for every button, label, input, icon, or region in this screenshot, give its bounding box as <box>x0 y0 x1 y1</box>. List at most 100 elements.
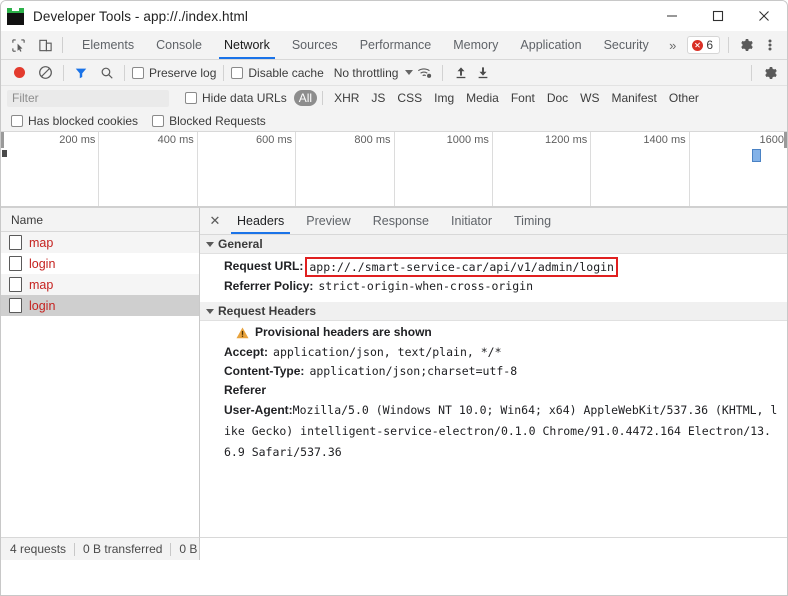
device-toolbar-icon[interactable] <box>36 36 54 54</box>
export-har-icon[interactable] <box>472 63 494 83</box>
toolbar-divider-3 <box>223 64 225 81</box>
accept-value: application/json, text/plain, */* <box>273 345 502 359</box>
tab-performance[interactable]: Performance <box>349 31 443 59</box>
table-row[interactable]: login <box>1 253 199 274</box>
chevron-down-icon <box>206 308 214 314</box>
chip-css[interactable]: CSS <box>391 90 428 106</box>
tab-response[interactable]: Response <box>362 208 440 234</box>
request-name: map <box>29 235 54 250</box>
close-button[interactable] <box>741 1 787 31</box>
tab-label: Timing <box>514 214 552 228</box>
chip-img[interactable]: Img <box>428 90 460 106</box>
details-tab-bar: ✕ Headers Preview Response Initiator Tim… <box>200 208 787 235</box>
chip-media[interactable]: Media <box>460 90 505 106</box>
search-icon[interactable] <box>97 63 117 83</box>
tab-memory[interactable]: Memory <box>442 31 509 59</box>
network-toolbar-right <box>744 62 787 84</box>
timeline-cell: 400 ms <box>99 132 198 207</box>
general-section-header[interactable]: General <box>200 235 787 254</box>
resource-type-chips: All XHR JS CSS Img Media Font Doc WS Man… <box>293 90 705 106</box>
timeline-left-handle[interactable] <box>1 132 4 148</box>
devtools-app-icon <box>7 7 24 25</box>
timeline-cell: 1600 <box>690 132 787 207</box>
chip-all[interactable]: All <box>293 90 318 106</box>
timeline-right-handle[interactable] <box>784 132 787 148</box>
chip-ws[interactable]: WS <box>574 90 605 106</box>
table-row[interactable]: map <box>1 232 199 253</box>
request-url-row: Request URL: app://./smart-service-car/a… <box>224 257 787 277</box>
clear-icon[interactable] <box>34 62 56 84</box>
timeline-request-marker[interactable] <box>752 149 761 162</box>
tab-application[interactable]: Application <box>509 31 592 59</box>
request-count: 4 requests <box>10 542 67 556</box>
tab-security[interactable]: Security <box>593 31 660 59</box>
maximize-button[interactable] <box>695 1 741 31</box>
checkbox-box <box>152 114 165 127</box>
tab-label: Application <box>520 38 582 52</box>
tab-label: Elements <box>82 38 135 52</box>
more-tabs-icon[interactable]: » <box>660 38 685 53</box>
blocked-requests-checkbox[interactable]: Blocked Requests <box>152 114 266 128</box>
tab-network[interactable]: Network <box>213 31 281 59</box>
timeline-cell: 800 ms <box>296 132 395 207</box>
network-settings-gear-icon[interactable] <box>759 62 781 84</box>
tab-initiator[interactable]: Initiator <box>440 208 503 234</box>
disable-cache-label: Disable cache <box>248 65 324 80</box>
warning-text: Provisional headers are shown <box>255 325 432 339</box>
accept-row: Accept: application/json, text/plain, */… <box>224 343 787 362</box>
throttling-select[interactable]: No throttling <box>334 66 414 80</box>
tab-elements[interactable]: Elements <box>71 31 145 59</box>
timeline-cell: 200 ms <box>1 132 100 207</box>
tab-headers[interactable]: Headers <box>226 208 295 234</box>
tab-timing[interactable]: Timing <box>503 208 562 234</box>
tab-console[interactable]: Console <box>145 31 213 59</box>
content-type-row: Content-Type: application/json;charset=u… <box>224 362 787 381</box>
chip-doc[interactable]: Doc <box>541 90 574 106</box>
request-url-value: app://./smart-service-car/api/v1/admin/l… <box>305 257 618 277</box>
tab-sources[interactable]: Sources <box>281 31 349 59</box>
minimize-button[interactable] <box>649 1 695 31</box>
document-icon <box>9 256 22 271</box>
has-blocked-cookies-checkbox[interactable]: Has blocked cookies <box>11 114 138 128</box>
document-icon <box>9 277 22 292</box>
column-header-name: Name <box>11 212 44 227</box>
close-icon[interactable]: ✕ <box>204 208 226 234</box>
timeline-tick-label: 200 ms <box>59 134 96 146</box>
devtools-tab-bar: Elements Console Network Sources Perform… <box>1 31 787 60</box>
record-button[interactable] <box>8 62 30 84</box>
network-overview-timeline[interactable]: 200 ms 400 ms 600 ms 800 ms 1000 ms 1200… <box>1 132 787 208</box>
funnel-filter-icon[interactable] <box>71 63 91 83</box>
chip-xhr[interactable]: XHR <box>328 90 365 106</box>
table-row[interactable]: map <box>1 274 199 295</box>
checkbox-box <box>231 66 244 79</box>
chip-other[interactable]: Other <box>663 90 705 106</box>
preserve-log-checkbox[interactable]: Preserve log <box>132 66 216 80</box>
table-row[interactable]: login <box>1 295 199 316</box>
hide-data-urls-checkbox[interactable]: Hide data URLs <box>185 91 287 105</box>
tab-preview[interactable]: Preview <box>295 208 361 234</box>
timeline-request-marker[interactable] <box>2 150 7 157</box>
user-agent-value: Mozilla/5.0 (Windows NT 10.0; Win64; x64… <box>224 403 778 459</box>
disable-cache-checkbox[interactable]: Disable cache <box>231 65 324 80</box>
general-fields: Request URL: app://./smart-service-car/a… <box>200 254 787 296</box>
gear-icon[interactable] <box>735 34 757 56</box>
toolbar-divider-5 <box>751 64 752 81</box>
timeline-tick-label: 800 ms <box>354 134 391 146</box>
request-name: login <box>29 298 56 313</box>
tab-label: Sources <box>291 38 338 52</box>
error-count-badge[interactable]: 6 <box>687 36 720 54</box>
timeline-tick-label: 600 ms <box>256 134 293 146</box>
filter-input[interactable] <box>7 89 169 107</box>
request-name: login <box>29 256 56 271</box>
wifi-throttle-icon[interactable] <box>415 64 435 82</box>
kebab-menu-icon[interactable] <box>759 34 781 56</box>
general-section-title: General <box>218 237 263 251</box>
chip-js[interactable]: JS <box>365 90 391 106</box>
chip-manifest[interactable]: Manifest <box>606 90 663 106</box>
request-headers-section-header[interactable]: Request Headers <box>200 302 787 321</box>
import-har-icon[interactable] <box>450 63 472 83</box>
throttling-label: No throttling <box>333 65 399 80</box>
chip-font[interactable]: Font <box>505 90 541 106</box>
checkbox-box <box>132 66 144 79</box>
inspect-element-icon[interactable] <box>9 36 27 54</box>
